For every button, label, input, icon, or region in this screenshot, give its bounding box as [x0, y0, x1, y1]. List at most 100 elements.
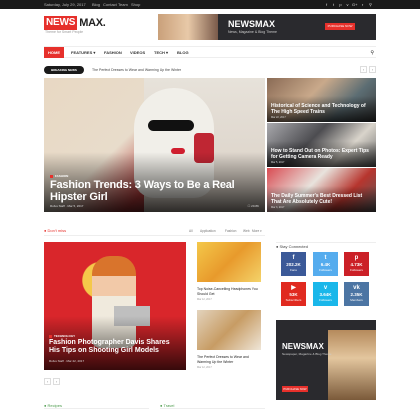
topbar-link-blog[interactable]: Blog: [92, 2, 100, 7]
facebook-fans-box[interactable]: f 202.2K Fans: [281, 252, 306, 276]
side-post[interactable]: How to Stand Out on Photos: Expert Tips …: [267, 123, 376, 167]
ticker-headline[interactable]: The Perfect Dresses to Wear and Warming …: [92, 68, 181, 72]
travel-label: ● Travel: [160, 403, 175, 408]
nav-item-features[interactable]: FEATURES ▾: [71, 50, 95, 55]
hero-post[interactable]: FASHION Fashion Trends: 3 Ways to Be a R…: [44, 78, 265, 212]
banner-purchase-button[interactable]: PURCHASE NOW: [325, 23, 355, 30]
topbar-link-contact[interactable]: Contact: [103, 2, 117, 7]
tab-application[interactable]: Application: [200, 229, 216, 233]
dont-miss-header: ● Don't miss All Application Fashion Web…: [44, 228, 265, 236]
site-tagline: Theme for Smart People: [45, 30, 84, 34]
tab-web[interactable]: Web: [243, 229, 250, 233]
post-meta: Rufus Staff · Mar 22, 2017: [49, 359, 85, 363]
hero-comments[interactable]: ☐ 20.8K: [248, 204, 259, 208]
vimeo-icon: v: [323, 285, 328, 291]
ticker-next-icon[interactable]: ›: [369, 66, 376, 73]
ad-purchase-button[interactable]: PURCHASE NOW: [282, 386, 308, 392]
post-title[interactable]: Fashion Photographer Davis Shares His Ti…: [49, 339, 181, 355]
header-banner-ad[interactable]: NEWSMAX News, Magazine & Blog Theme PURC…: [158, 14, 376, 40]
banner-subtitle: News, Magazine & Blog Theme: [228, 30, 277, 34]
vk-icon: vk: [353, 285, 360, 291]
hero-category[interactable]: FASHION: [50, 174, 68, 178]
card-meta: Mar 12, 2017: [197, 366, 212, 369]
dont-miss-card[interactable]: The Perfect Dresses to Wear and Warming …: [197, 310, 261, 369]
vk-members-box[interactable]: vk 2.35K Members: [344, 282, 369, 306]
search-icon[interactable]: ⚲: [368, 2, 373, 7]
side-post-meta: Mar 22, 2017: [271, 116, 286, 119]
twitter-icon: t: [324, 255, 327, 261]
topbar-link-team[interactable]: Team: [118, 2, 128, 7]
nav-item-home[interactable]: HOME: [44, 47, 64, 58]
card-image: [197, 310, 261, 350]
hero-meta: Rufus Staff · Mar 5, 2017: [50, 204, 84, 208]
members-unit: Members: [350, 298, 363, 302]
ad-subtitle: Newspaper, Magazine & Blog Theme: [282, 352, 332, 356]
ticker-prev-icon[interactable]: ‹: [360, 66, 367, 73]
side-post-title[interactable]: The Daily Summer's Best Dressed List Tha…: [271, 193, 371, 205]
card-title[interactable]: The Perfect Dresses to Wear and Warming …: [197, 355, 261, 364]
followers-unit: Followers: [319, 268, 332, 272]
dont-miss-prev-icon[interactable]: ‹: [44, 378, 51, 385]
facebook-icon: f: [292, 255, 295, 261]
page: Saturday, July 29, 2017 Blog Contact Tea…: [0, 0, 420, 420]
pinterest-followers-box[interactable]: p 4.73K Followers: [344, 252, 369, 276]
vimeo-icon[interactable]: v: [345, 2, 350, 7]
card-title[interactable]: Top Noise-Cancelling Headphones You Shou…: [197, 287, 261, 296]
ad-image: [328, 330, 376, 400]
stay-connected-header: ● Stay Connected: [276, 235, 376, 249]
date-text: Saturday, July 29, 2017: [44, 2, 86, 7]
nav-item-blog[interactable]: BLOG: [177, 50, 189, 55]
hero-image-glasses: [148, 120, 194, 131]
breaking-news-badge: BREAKING NEWS: [44, 66, 84, 74]
tab-fashion[interactable]: Fashion: [225, 229, 236, 233]
nav-search-icon[interactable]: ⚲: [370, 50, 374, 56]
rss-icon[interactable]: r: [360, 2, 365, 7]
site-logo[interactable]: NEWS MAX.: [44, 16, 106, 30]
dont-miss-next-icon[interactable]: ›: [53, 378, 60, 385]
side-post-title[interactable]: Historical of Science and Technology of …: [271, 103, 371, 115]
recipes-header: ● Recipes: [44, 403, 149, 409]
side-post[interactable]: Historical of Science and Technology of …: [267, 78, 376, 122]
youtube-icon: ▶: [291, 285, 296, 291]
tab-more[interactable]: More ▾: [252, 229, 262, 233]
side-post-meta: Mar 3, 2017: [271, 206, 285, 209]
breaking-news-ticker: BREAKING NEWS The Perfect Dresses to Wea…: [44, 66, 376, 74]
fans-unit: Fans: [290, 268, 297, 272]
followers-unit: Followers: [319, 298, 332, 302]
main-nav: HOME FEATURES ▾ FASHION VIDEOS TECH ▾ BL…: [44, 46, 376, 58]
side-post-meta: Mar 5, 2017: [271, 161, 285, 164]
recipes-label: ● Recipes: [44, 403, 62, 408]
logo-part-max: MAX.: [79, 17, 106, 29]
twitter-icon[interactable]: t: [331, 2, 336, 7]
nav-item-fashion[interactable]: FASHION: [104, 50, 122, 55]
tab-all[interactable]: All: [189, 229, 193, 233]
nav-item-tech[interactable]: TECH ▾: [154, 50, 168, 55]
sidebar-ad[interactable]: NEWSMAX Newspaper, Magazine & Blog Theme…: [276, 320, 376, 400]
side-post-title[interactable]: How to Stand Out on Photos: Expert Tips …: [271, 148, 371, 160]
side-post[interactable]: The Daily Summer's Best Dressed List Tha…: [267, 168, 376, 212]
vimeo-followers-box[interactable]: v 3.64K Followers: [313, 282, 338, 306]
pinterest-icon[interactable]: p: [338, 2, 343, 7]
dont-miss-card[interactable]: Top Noise-Cancelling Headphones You Shou…: [197, 242, 261, 301]
pinterest-icon: p: [354, 255, 359, 261]
top-bar: Saturday, July 29, 2017 Blog Contact Tea…: [0, 0, 420, 9]
banner-title: NEWSMAX: [228, 19, 275, 29]
topbar-link-shop[interactable]: Shop: [131, 2, 140, 7]
banner-image: [158, 14, 218, 40]
travel-header: ● Travel: [160, 403, 265, 409]
twitter-followers-box[interactable]: t 6.4K Followers: [313, 252, 338, 276]
card-meta: Mar 12, 2017: [197, 298, 212, 301]
hero-title[interactable]: Fashion Trends: 3 Ways to Be a Real Hips…: [50, 179, 240, 203]
logo-part-news: NEWS: [44, 16, 78, 30]
google-plus-icon[interactable]: G+: [352, 2, 357, 7]
ad-title: NEWSMAX: [282, 342, 324, 351]
dont-miss-main-post[interactable]: TECHNOLOGY Fashion Photographer Davis Sh…: [44, 242, 186, 370]
followers-unit: Followers: [350, 268, 363, 272]
facebook-icon[interactable]: f: [324, 2, 329, 7]
stay-connected-label: ● Stay Connected: [276, 244, 308, 249]
youtube-subscribers-box[interactable]: ▶ 53K Subscribers: [281, 282, 306, 306]
dont-miss-label: ● Don't miss: [44, 228, 67, 233]
subscribers-unit: Subscribers: [285, 298, 302, 302]
post-category[interactable]: TECHNOLOGY: [49, 334, 75, 338]
nav-item-videos[interactable]: VIDEOS: [130, 50, 145, 55]
